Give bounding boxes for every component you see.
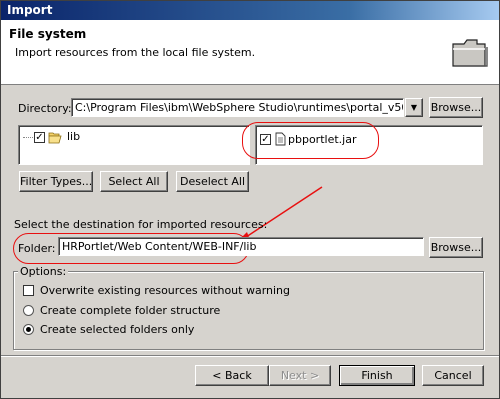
directory-combo[interactable]: C:\Program Files\ibm\WebSphere Studio\ru…	[71, 98, 404, 117]
folder-browse-button[interactable]: Browse...	[429, 237, 483, 258]
complete-structure-radio[interactable]	[23, 305, 34, 316]
directory-dropdown-button[interactable]: ▼	[405, 98, 423, 117]
directory-browse-button[interactable]: Browse...	[429, 97, 483, 118]
options-legend: Options:	[18, 265, 69, 278]
tree-item-checkbox[interactable]: ✓	[34, 132, 45, 143]
tree-item-label: lib	[67, 130, 81, 143]
filter-types-button[interactable]: Filter Types...	[19, 171, 93, 192]
next-button[interactable]: Next >	[269, 365, 331, 386]
folder-tree[interactable]: ✓ lib	[18, 125, 250, 165]
directory-value: C:\Program Files\ibm\WebSphere Studio\ru…	[75, 101, 403, 114]
footer-separator	[1, 355, 499, 357]
back-button[interactable]: < Back	[195, 365, 269, 386]
overwrite-label: Overwrite existing resources without war…	[40, 284, 291, 297]
deselect-all-button[interactable]: Deselect All	[176, 171, 249, 192]
page-description: Import resources from the local file sys…	[15, 46, 256, 59]
folder-icon	[452, 39, 488, 67]
wizard-banner: File system Import resources from the lo…	[1, 20, 499, 85]
directory-label: Directory:	[18, 102, 72, 115]
select-all-button[interactable]: Select All	[100, 171, 168, 192]
folder-value: HRPortlet/Web Content/WEB-INF/lib	[62, 240, 257, 253]
tree-connector	[23, 137, 33, 138]
import-dialog: Import File system Import resources from…	[0, 0, 500, 399]
cancel-button[interactable]: Cancel	[422, 365, 484, 386]
complete-structure-label: Create complete folder structure	[40, 304, 221, 317]
selected-folders-radio[interactable]	[23, 324, 34, 335]
annotation-oval-file	[242, 122, 379, 159]
destination-prompt: Select the destination for imported reso…	[14, 218, 268, 231]
title-bar: Import	[1, 1, 499, 20]
overwrite-checkbox[interactable]	[23, 285, 34, 296]
selected-folders-label: Create selected folders only	[40, 323, 195, 336]
finish-button[interactable]: Finish	[339, 365, 415, 386]
window-title: Import	[7, 3, 53, 17]
folder-field[interactable]: HRPortlet/Web Content/WEB-INF/lib	[58, 237, 424, 256]
chevron-down-icon: ▼	[410, 103, 418, 112]
open-folder-icon	[48, 132, 62, 144]
folder-label: Folder:	[18, 242, 56, 255]
page-title: File system	[9, 27, 87, 41]
